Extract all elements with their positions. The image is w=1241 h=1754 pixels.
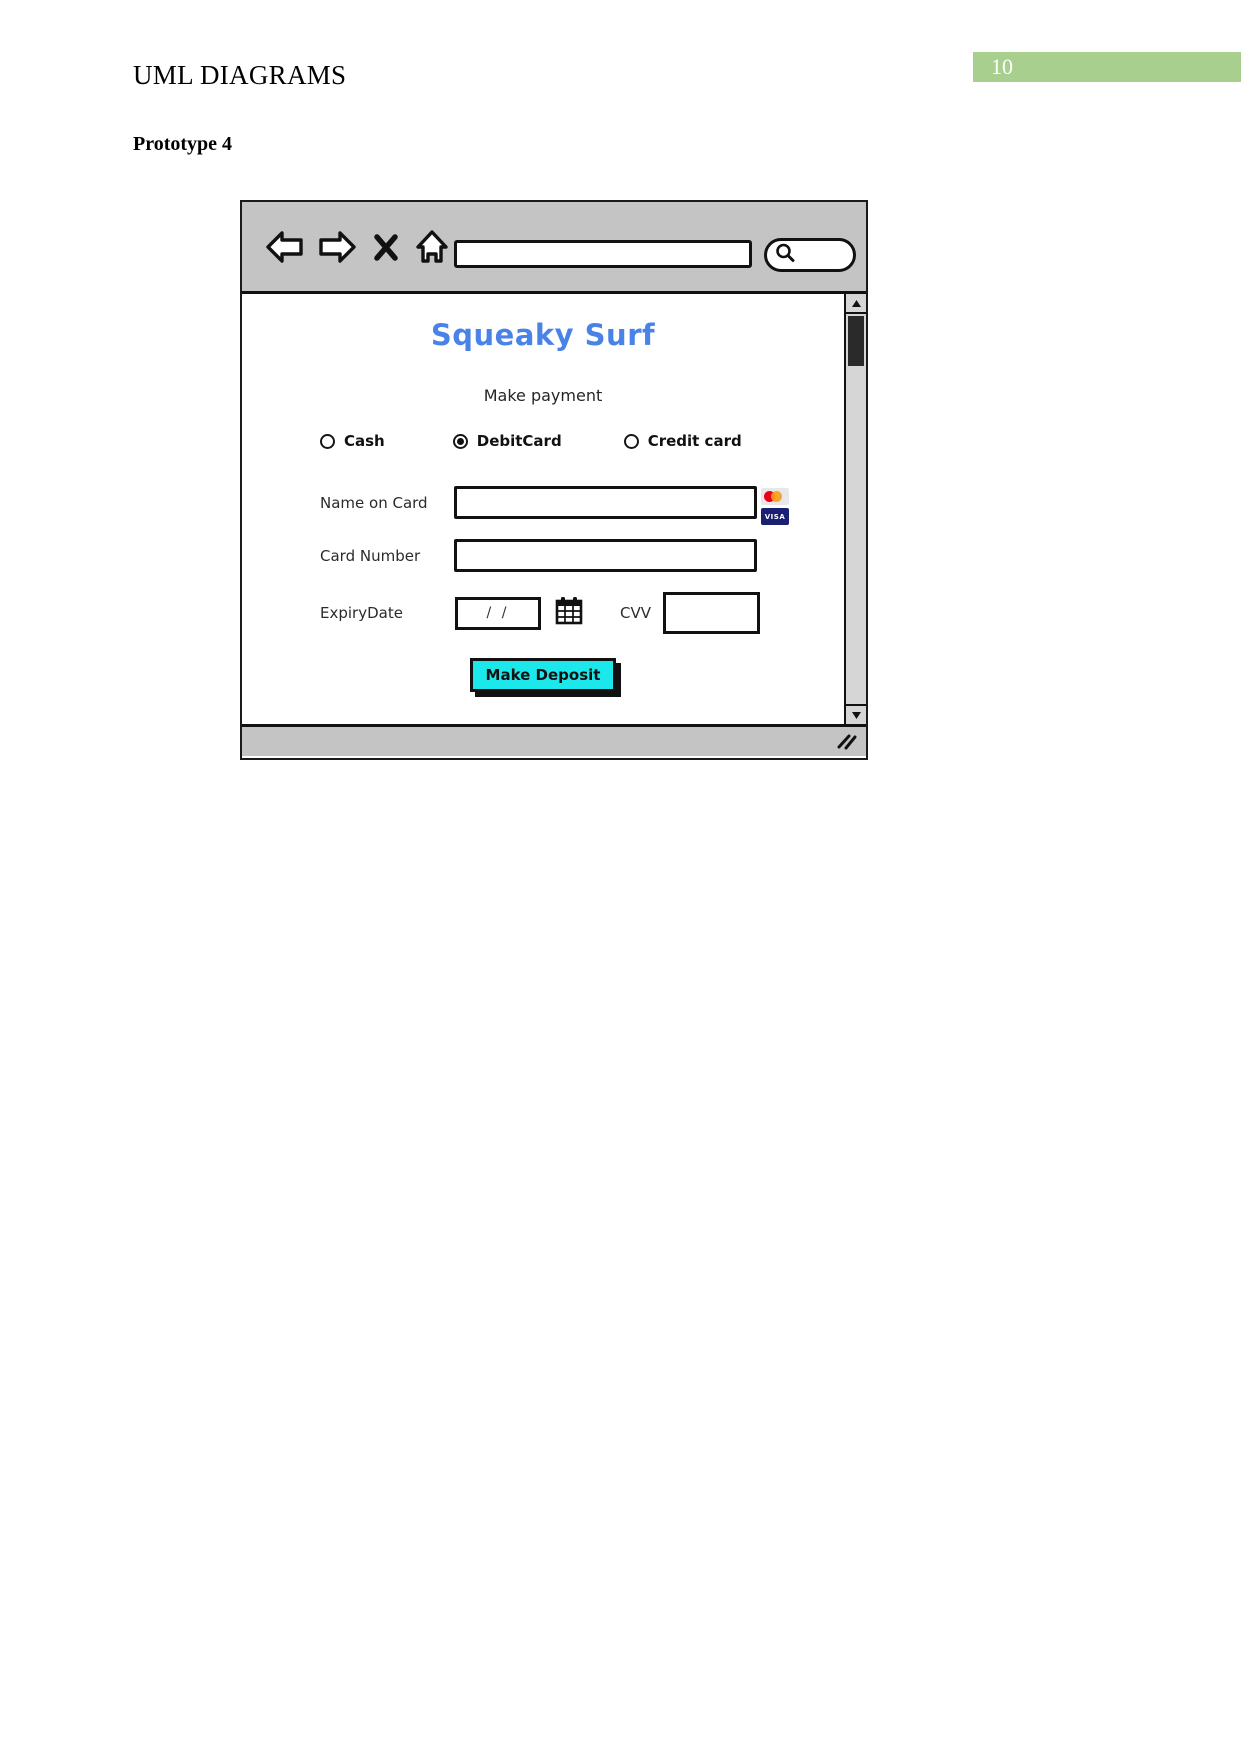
radio-label-debitcard: DebitCard xyxy=(476,432,562,450)
page-number: 10 xyxy=(991,54,1013,79)
radio-icon-cash[interactable] xyxy=(320,433,335,449)
scrollbar-thumb[interactable] xyxy=(848,316,864,366)
input-name-on-card[interactable] xyxy=(454,486,757,519)
visa-logo: VISA xyxy=(761,508,789,525)
field-row-expiry-cvv: ExpiryDate / / CVV xyxy=(320,592,760,634)
input-expiry-date[interactable]: / / xyxy=(455,596,541,630)
radio-label-cash: Cash xyxy=(344,432,385,450)
back-arrow-icon[interactable] xyxy=(264,229,306,270)
payment-method-radio-group: Cash DebitCard Credit card xyxy=(302,432,802,450)
document-title: UML DIAGRAMS xyxy=(133,60,347,90)
label-name-on-card: Name on Card xyxy=(320,493,428,512)
input-cvv[interactable] xyxy=(663,592,760,634)
radio-icon-debitcard[interactable] xyxy=(452,433,468,449)
browser-statusbar xyxy=(242,724,866,756)
close-x-icon[interactable] xyxy=(373,230,399,269)
browser-body: Squeaky Surf Make payment Cash DebitCard… xyxy=(242,294,866,724)
label-card-number: Card Number xyxy=(320,546,421,565)
accepted-card-logos: VISA xyxy=(761,488,791,528)
scroll-up-button[interactable] xyxy=(846,294,866,314)
label-expiry-date: ExpiryDate xyxy=(320,604,403,622)
navigation-icons xyxy=(264,228,450,271)
mastercard-logo xyxy=(761,488,789,505)
radio-icon-creditcard[interactable] xyxy=(623,433,639,449)
forward-arrow-icon[interactable] xyxy=(316,229,358,270)
radio-option-debitcard[interactable]: DebitCard xyxy=(452,432,562,450)
home-icon[interactable] xyxy=(414,228,450,271)
make-deposit-button[interactable]: Make Deposit xyxy=(470,658,616,692)
radio-label-creditcard: Credit card xyxy=(647,432,742,450)
section-title: Prototype 4 xyxy=(133,133,233,155)
field-row-card-number: Card Number xyxy=(320,539,757,572)
resize-grip-icon[interactable] xyxy=(836,733,858,751)
app-brand-title: Squeaky Surf xyxy=(430,318,656,352)
document-header: UML DIAGRAMS 10 xyxy=(0,0,1241,120)
submit-row: Make Deposit xyxy=(242,658,844,692)
page-number-badge: 10 xyxy=(973,52,1241,82)
vertical-scrollbar[interactable] xyxy=(844,294,866,724)
radio-option-creditcard[interactable]: Credit card xyxy=(623,432,742,450)
label-cvv: CVV xyxy=(620,604,651,622)
page-subtitle: Make payment xyxy=(483,386,603,405)
field-row-name-on-card: Name on Card xyxy=(320,486,757,519)
browser-toolbar xyxy=(242,202,866,294)
app-content: Squeaky Surf Make payment Cash DebitCard… xyxy=(242,294,844,724)
browser-mockup-window: Squeaky Surf Make payment Cash DebitCard… xyxy=(240,200,868,760)
magnifier-icon xyxy=(774,242,796,269)
scroll-down-button[interactable] xyxy=(846,704,866,724)
calendar-icon[interactable] xyxy=(554,595,584,632)
radio-option-cash[interactable]: Cash xyxy=(320,432,385,450)
search-box[interactable] xyxy=(764,238,856,272)
url-input[interactable] xyxy=(454,240,752,268)
input-card-number[interactable] xyxy=(454,539,757,572)
